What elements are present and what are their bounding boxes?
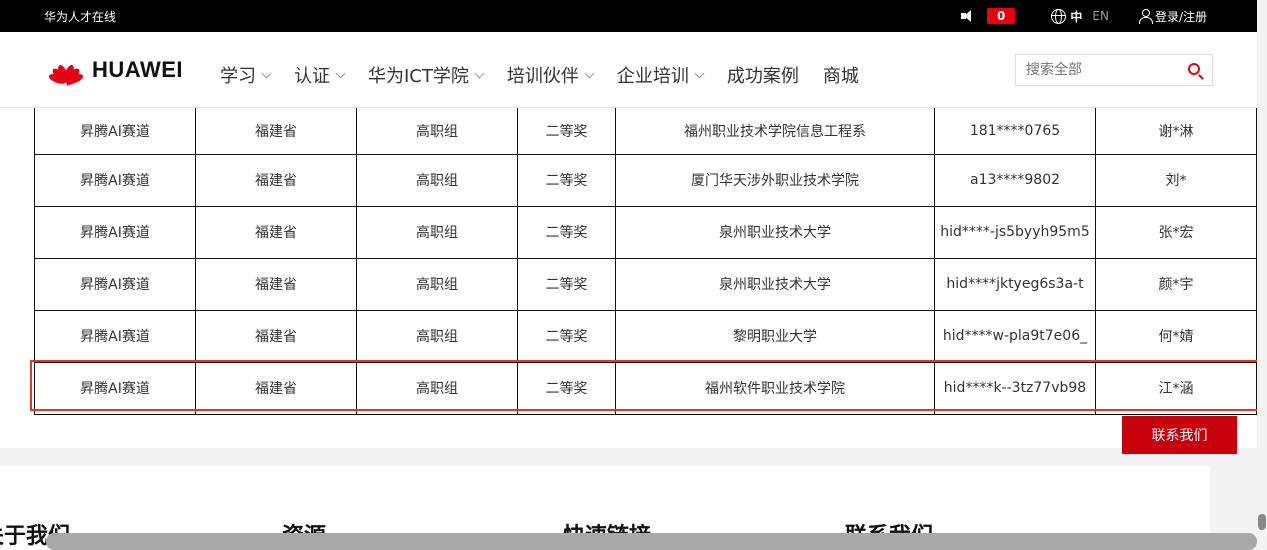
table-row: 昇腾AI赛道 福建省 高职组 二等奖 厦门华天涉外职业技术学院 a13****9802 刘* (34, 153, 1257, 207)
nav-item-label: 华为ICT学院 (368, 66, 469, 87)
table-cell: 厦门华天涉外职业技术学院 (615, 153, 935, 207)
search-box (1015, 54, 1213, 86)
nav-item[interactable]: 商城 (823, 62, 859, 88)
search-input[interactable] (1016, 55, 1176, 85)
table-cell: 高职组 (356, 361, 518, 415)
main-nav: HUAWEI 学习 认证 华为ICT学院 培训伙伴 企业培训 成功案例 商城 (0, 32, 1257, 108)
search-icon[interactable] (1188, 63, 1200, 75)
table-cell: a13****9802 (934, 153, 1096, 207)
table-cell: 高职组 (356, 309, 518, 363)
award-table: 昇腾AI赛道 福建省 高职组 二等奖 福州职业技术学院信息工程系 181****0765 谢… (34, 108, 1257, 415)
nav-item[interactable]: 学习 (220, 62, 272, 88)
results-section: 昇腾AI赛道 福建省 高职组 二等奖 福州职业技术学院信息工程系 181****0765 谢… (0, 108, 1259, 448)
logo-text: HUAWEI (92, 57, 183, 82)
table-cell: 泉州职业技术大学 (615, 205, 935, 259)
table-row: 昇腾AI赛道 福建省 高职组 二等奖 福州职业技术学院信息工程系 181****0765 谢… (34, 108, 1257, 155)
table-cell: 福州职业技术学院信息工程系 (615, 108, 935, 155)
table-cell: 福州软件职业技术学院 (615, 361, 935, 415)
user-icon[interactable] (1138, 9, 1153, 24)
vertical-scroll-thumb[interactable] (1258, 514, 1266, 530)
table-cell: 181****0765 (934, 108, 1096, 155)
table-cell: 何*婧 (1095, 309, 1257, 363)
nav-item[interactable]: 成功案例 (727, 62, 799, 88)
language-en[interactable]: EN (1092, 9, 1109, 23)
table-cell: 二等奖 (517, 205, 616, 259)
table-cell: hid****jktyeg6s3a-t (934, 257, 1096, 311)
table-cell: 泉州职业技术大学 (615, 257, 935, 311)
nav-menu: 学习 认证 华为ICT学院 培训伙伴 企业培训 成功案例 商城 (220, 62, 883, 88)
table-cell: 昇腾AI赛道 (34, 108, 196, 155)
table-cell: 江*涵 (1095, 361, 1257, 415)
nav-item[interactable]: 培训伙伴 (506, 62, 595, 88)
chevron-down-icon (584, 68, 595, 78)
nav-item-label: 培训伙伴 (506, 66, 579, 87)
table-row: 昇腾AI赛道 福建省 高职组 二等奖 泉州职业技术大学 hid****jktyeg6s3a… (34, 257, 1257, 311)
nav-item[interactable]: 企业培训 (616, 62, 705, 88)
notification-badge[interactable]: 0 (987, 8, 1016, 24)
nav-item-label: 认证 (294, 66, 330, 87)
nav-item-label: 企业培训 (616, 66, 689, 87)
nav-item-label: 商城 (822, 66, 859, 87)
chevron-down-icon (694, 68, 705, 78)
table-cell: 黎明职业大学 (615, 309, 935, 363)
top-bar-actions: 0 中 EN 登录/注册 (961, 6, 1207, 26)
table-cell: hid****w-pla9t7e06_ (934, 309, 1096, 363)
vertical-scrollbar[interactable] (1257, 0, 1267, 550)
nav-item[interactable]: 认证 (294, 62, 346, 88)
login-register-link[interactable]: 登录/注册 (1155, 8, 1207, 25)
table-cell: 福建省 (195, 361, 357, 415)
table-row: 昇腾AI赛道 福建省 高职组 二等奖 泉州职业技术大学 hid****-js5byyh95… (34, 205, 1257, 259)
globe-icon[interactable] (1051, 8, 1067, 24)
site-name[interactable]: 华为人才在线 (44, 8, 116, 25)
table-row: 昇腾AI赛道 福建省 高职组 二等奖 福州软件职业技术学院 hid****k--3tz77… (34, 361, 1257, 415)
table-cell: 昇腾AI赛道 (34, 205, 196, 259)
table-cell: 昇腾AI赛道 (34, 309, 196, 363)
table-cell: 颜*宇 (1095, 257, 1257, 311)
nav-item-label: 成功案例 (726, 66, 799, 87)
table-cell: 昇腾AI赛道 (34, 361, 196, 415)
table-cell: 高职组 (356, 108, 518, 155)
huawei-flower-icon (46, 56, 86, 86)
table-cell: 福建省 (195, 309, 357, 363)
chevron-down-icon (474, 68, 485, 78)
contact-us-button[interactable]: 联系我们 (1122, 416, 1237, 454)
table-row: 昇腾AI赛道 福建省 高职组 二等奖 黎明职业大学 hid****w-pla9t7e06_… (34, 309, 1257, 363)
table-cell: 谢*淋 (1095, 108, 1257, 155)
horizontal-scroll-thumb[interactable] (46, 533, 1257, 550)
table-cell: 昇腾AI赛道 (34, 153, 196, 207)
table-cell: 二等奖 (517, 257, 616, 311)
nav-item[interactable]: 华为ICT学院 (368, 62, 485, 88)
table-cell: 张*宏 (1095, 205, 1257, 259)
language-zh[interactable]: 中 (1070, 8, 1082, 25)
chevron-down-icon (335, 68, 346, 78)
table-cell: 刘* (1095, 153, 1257, 207)
table-cell: 高职组 (356, 153, 518, 207)
table-cell: hid****-js5byyh95m5 (934, 205, 1096, 259)
huawei-logo[interactable]: HUAWEI (46, 56, 183, 86)
top-bar: 华为人才在线 0 中 EN 登录/注册 (0, 0, 1257, 32)
nav-item-label: 学习 (220, 66, 256, 87)
volume-icon[interactable] (961, 9, 977, 23)
table-cell: 福建省 (195, 257, 357, 311)
table-cell: 昇腾AI赛道 (34, 257, 196, 311)
table-cell: 高职组 (356, 257, 518, 311)
table-cell: 福建省 (195, 153, 357, 207)
table-cell: 福建省 (195, 205, 357, 259)
chevron-down-icon (261, 68, 272, 78)
table-cell: 福建省 (195, 108, 357, 155)
table-cell: 二等奖 (517, 153, 616, 207)
table-cell: 二等奖 (517, 108, 616, 155)
table-cell: 高职组 (356, 205, 518, 259)
table-cell: hid****k--3tz77vb98 (934, 361, 1096, 415)
table-cell: 二等奖 (517, 361, 616, 415)
table-cell: 二等奖 (517, 309, 616, 363)
